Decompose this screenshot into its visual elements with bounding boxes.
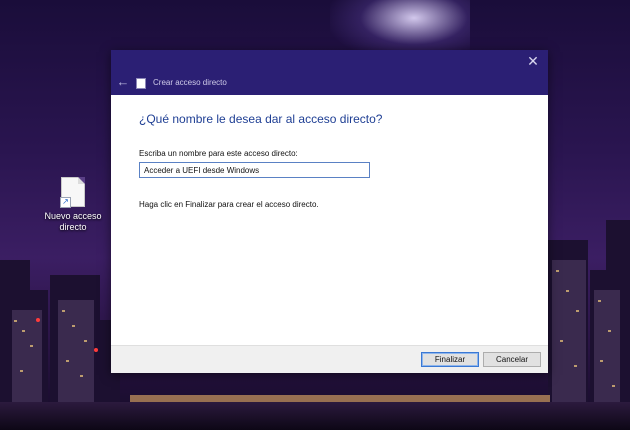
- close-icon[interactable]: ✕: [518, 50, 548, 72]
- dialog-title: Crear acceso directo: [153, 78, 227, 87]
- dialog-content: ¿Qué nombre le desea dar al acceso direc…: [111, 95, 548, 345]
- finish-hint: Haga clic en Finalizar para crear el acc…: [139, 200, 319, 209]
- dialog-footer: Finalizar Cancelar: [111, 345, 548, 373]
- cancel-button[interactable]: Cancelar: [483, 352, 541, 367]
- shortcut-name-input[interactable]: [139, 162, 370, 178]
- create-shortcut-dialog: ✕ ← Crear acceso directo ¿Qué nombre le …: [111, 50, 548, 373]
- desktop-shortcut[interactable]: ↗ Nuevo acceso directo: [40, 177, 106, 233]
- finish-button[interactable]: Finalizar: [421, 352, 479, 367]
- desktop-shortcut-label: Nuevo acceso directo: [44, 211, 102, 232]
- shortcut-file-icon: ↗: [60, 177, 85, 208]
- back-arrow-icon[interactable]: ←: [115, 74, 131, 90]
- dialog-titlebar: ✕ ← Crear acceso directo: [111, 50, 548, 95]
- page-heading: ¿Qué nombre le desea dar al acceso direc…: [139, 112, 383, 126]
- wallpaper-water: [0, 402, 630, 430]
- wizard-title-icon: [136, 78, 146, 89]
- shortcut-arrow-icon: ↗: [60, 197, 71, 208]
- shortcut-name-label: Escriba un nombre para este acceso direc…: [139, 149, 298, 158]
